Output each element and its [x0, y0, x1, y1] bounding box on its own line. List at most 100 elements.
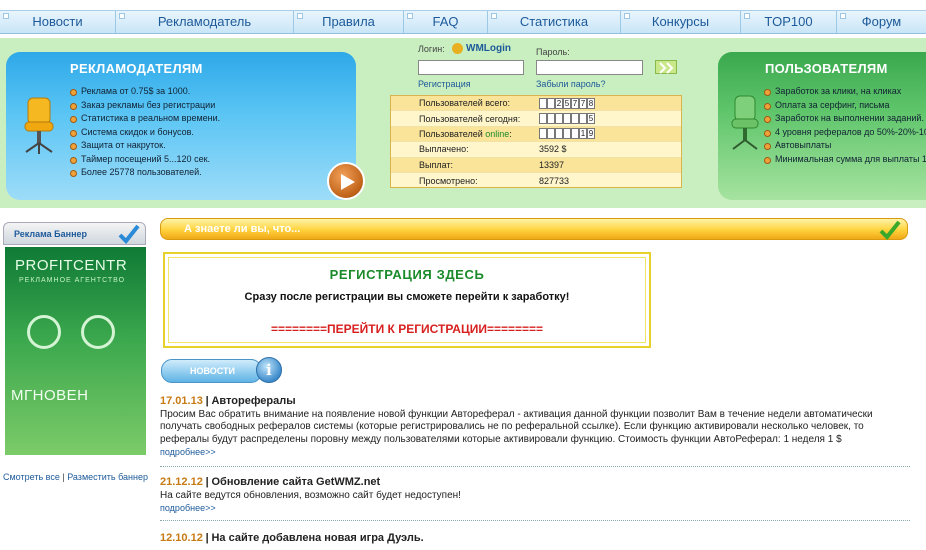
banner-links: Смотреть все | Разместить баннер [3, 472, 148, 482]
list-item: Минимальная сумма для выплаты 10 [764, 153, 926, 167]
news-button[interactable]: НОВОСТИ [161, 359, 262, 383]
info-icon: i [256, 357, 282, 383]
stat-label: Просмотрено: [419, 175, 478, 186]
nav-statistics[interactable]: Статистика [488, 11, 621, 33]
counter-digit: 8 [587, 97, 595, 109]
news-body: Просим Вас обратить внимание на появлени… [160, 408, 873, 445]
news-separator: | [205, 532, 209, 544]
table-row: Пользователей всего: 25778 [391, 96, 681, 112]
table-row: Просмотрено: 827733 [391, 173, 681, 188]
play-icon [341, 174, 355, 190]
news-item: 12.10.12 | На сайте добавлена новая игра… [160, 532, 910, 546]
registration-box: РЕГИСТРАЦИЯ ЗДЕСЬ Сразу после регистраци… [163, 252, 651, 348]
counter-digit [547, 128, 555, 140]
news-separator: | [205, 395, 209, 407]
counter-digit [579, 113, 587, 125]
login-label: Логин: [418, 44, 445, 54]
table-row: Пользователей сегодня: 5 [391, 111, 681, 127]
forgot-password-link[interactable]: Забыли пароль? [536, 79, 605, 89]
users-title: ПОЛЬЗОВАТЕЛЯМ [765, 61, 888, 76]
list-item: Более 25778 пользователей. [70, 166, 220, 180]
stat-label: Выплат: [419, 159, 454, 170]
counter-digit [539, 128, 547, 140]
table-row: Выплат: 13397 [391, 157, 681, 173]
news-more-link[interactable]: подробнее>> [160, 446, 910, 459]
news-date: 12.10.12 [160, 532, 203, 544]
banner-tagline: РЕКЛАМНОЕ АГЕНТСТВО [19, 277, 126, 284]
counter-digit: 5 [587, 113, 595, 125]
counter-digit [563, 128, 571, 140]
news-body: На сайте ведутся обновления, возможно са… [160, 489, 461, 501]
payment-logo-icon [27, 315, 61, 349]
nav-forum[interactable]: Форум [837, 11, 926, 33]
stat-value: 3592 $ [539, 144, 567, 155]
list-item: Статистика в реальном времени. [70, 112, 220, 126]
login-submit-button[interactable] [655, 60, 677, 74]
nav-advertiser[interactable]: Рекламодатель [116, 11, 294, 33]
users-panel: ПОЛЬЗОВАТЕЛЯМ Заработок за клики, на кли… [718, 52, 926, 200]
stat-label-prefix: Пользователей [419, 128, 483, 139]
news-title: Обновление сайта GetWMZ.net [211, 476, 381, 488]
nav-rules[interactable]: Правила [294, 11, 404, 33]
counter-digit: 2 [555, 97, 563, 109]
counter-digit: 1 [579, 128, 587, 140]
counter-digit: 7 [571, 97, 579, 109]
profitcentr-banner[interactable]: PROFITCENTR РЕКЛАМНОЕ АГЕНТСТВО МГНОВЕН [5, 247, 146, 455]
stats-table: Пользователей всего: 25778 Пользователей… [390, 95, 682, 188]
register-link[interactable]: Регистрация [418, 79, 471, 89]
news-separator: | [205, 476, 209, 488]
table-row: Выплачено: 3592 $ [391, 142, 681, 158]
news-title: На сайте добавлена новая игра Дуэль. [211, 532, 424, 544]
counter-digit [571, 128, 579, 140]
go-to-registration-link[interactable]: ========ПЕРЕЙТИ К РЕГИСТРАЦИИ======== [165, 322, 649, 336]
total-users-counter: 25778 [539, 97, 595, 109]
nav-news[interactable]: Новости [0, 11, 116, 33]
news-date: 17.01.13 [160, 395, 203, 407]
news-date: 21.12.12 [160, 476, 203, 488]
nav-top100[interactable]: TOP100 [741, 11, 837, 33]
password-input[interactable] [536, 60, 643, 75]
login-input[interactable] [418, 60, 524, 75]
nav-contests[interactable]: Конкурсы [621, 11, 741, 33]
registration-subtitle: Сразу после регистрации вы сможете перей… [244, 291, 570, 303]
nav-faq[interactable]: FAQ [404, 11, 488, 33]
advertisers-title: РЕКЛАМОДАТЕЛЯМ [70, 61, 203, 76]
registration-title: РЕГИСТРАЦИЯ ЗДЕСЬ [329, 267, 485, 282]
online-users-counter: 19 [539, 128, 595, 140]
view-all-link[interactable]: Смотреть все [3, 472, 60, 482]
news-more-link[interactable]: подробнее>> [160, 502, 910, 515]
list-item: Защита от накруток. [70, 139, 220, 153]
users-list: Заработок за клики, на кликах Оплата за … [764, 85, 926, 166]
stat-label: Выплачено: [419, 144, 469, 155]
counter-digit [547, 113, 555, 125]
table-row: Пользователей online: 19 [391, 126, 681, 143]
banner-text: МГНОВЕН [11, 387, 89, 404]
counter-digit [539, 97, 547, 109]
news-item: 17.01.13 | Автореферaлы Просим Вас обрат… [160, 395, 910, 459]
stat-value: 827733 [539, 175, 570, 186]
counter-digit [555, 113, 563, 125]
wmlogin-link[interactable]: WMLogin [466, 43, 511, 54]
counter-digit [547, 97, 555, 109]
double-arrow-icon [659, 62, 674, 74]
counter-digit: 7 [579, 97, 587, 109]
place-banner-link[interactable]: Разместить баннер [67, 472, 148, 482]
list-item: Заработок за клики, на кликах [764, 85, 926, 99]
stat-label: Пользователей online: [391, 129, 539, 139]
banner-sidebar: Реклама Баннер PROFITCENTR РЕКЛАМНОЕ АГЕ… [3, 222, 148, 487]
stat-value: 13397 [539, 159, 565, 170]
password-label: Пароль: [536, 47, 570, 57]
list-item: Автовыплаты [764, 139, 926, 153]
counter-digit [539, 113, 547, 125]
list-item: Таймер посещений 5...120 сек. [70, 153, 220, 167]
counter-digit: 9 [587, 128, 595, 140]
advertisers-panel: РЕКЛАМОДАТЕЛЯМ Реклама от 0.75$ за 1000.… [6, 52, 356, 200]
list-item: Система скидок и бонусов. [70, 126, 220, 140]
play-button[interactable] [327, 162, 365, 200]
news-item: 21.12.12 | Обновление сайта GetWMZ.net Н… [160, 476, 910, 515]
webmoney-icon [452, 43, 463, 54]
counter-digit [563, 113, 571, 125]
office-chair-icon [24, 97, 54, 154]
page: Новости Рекламодатель Правила FAQ Статис… [0, 0, 926, 550]
today-users-counter: 5 [539, 113, 595, 125]
